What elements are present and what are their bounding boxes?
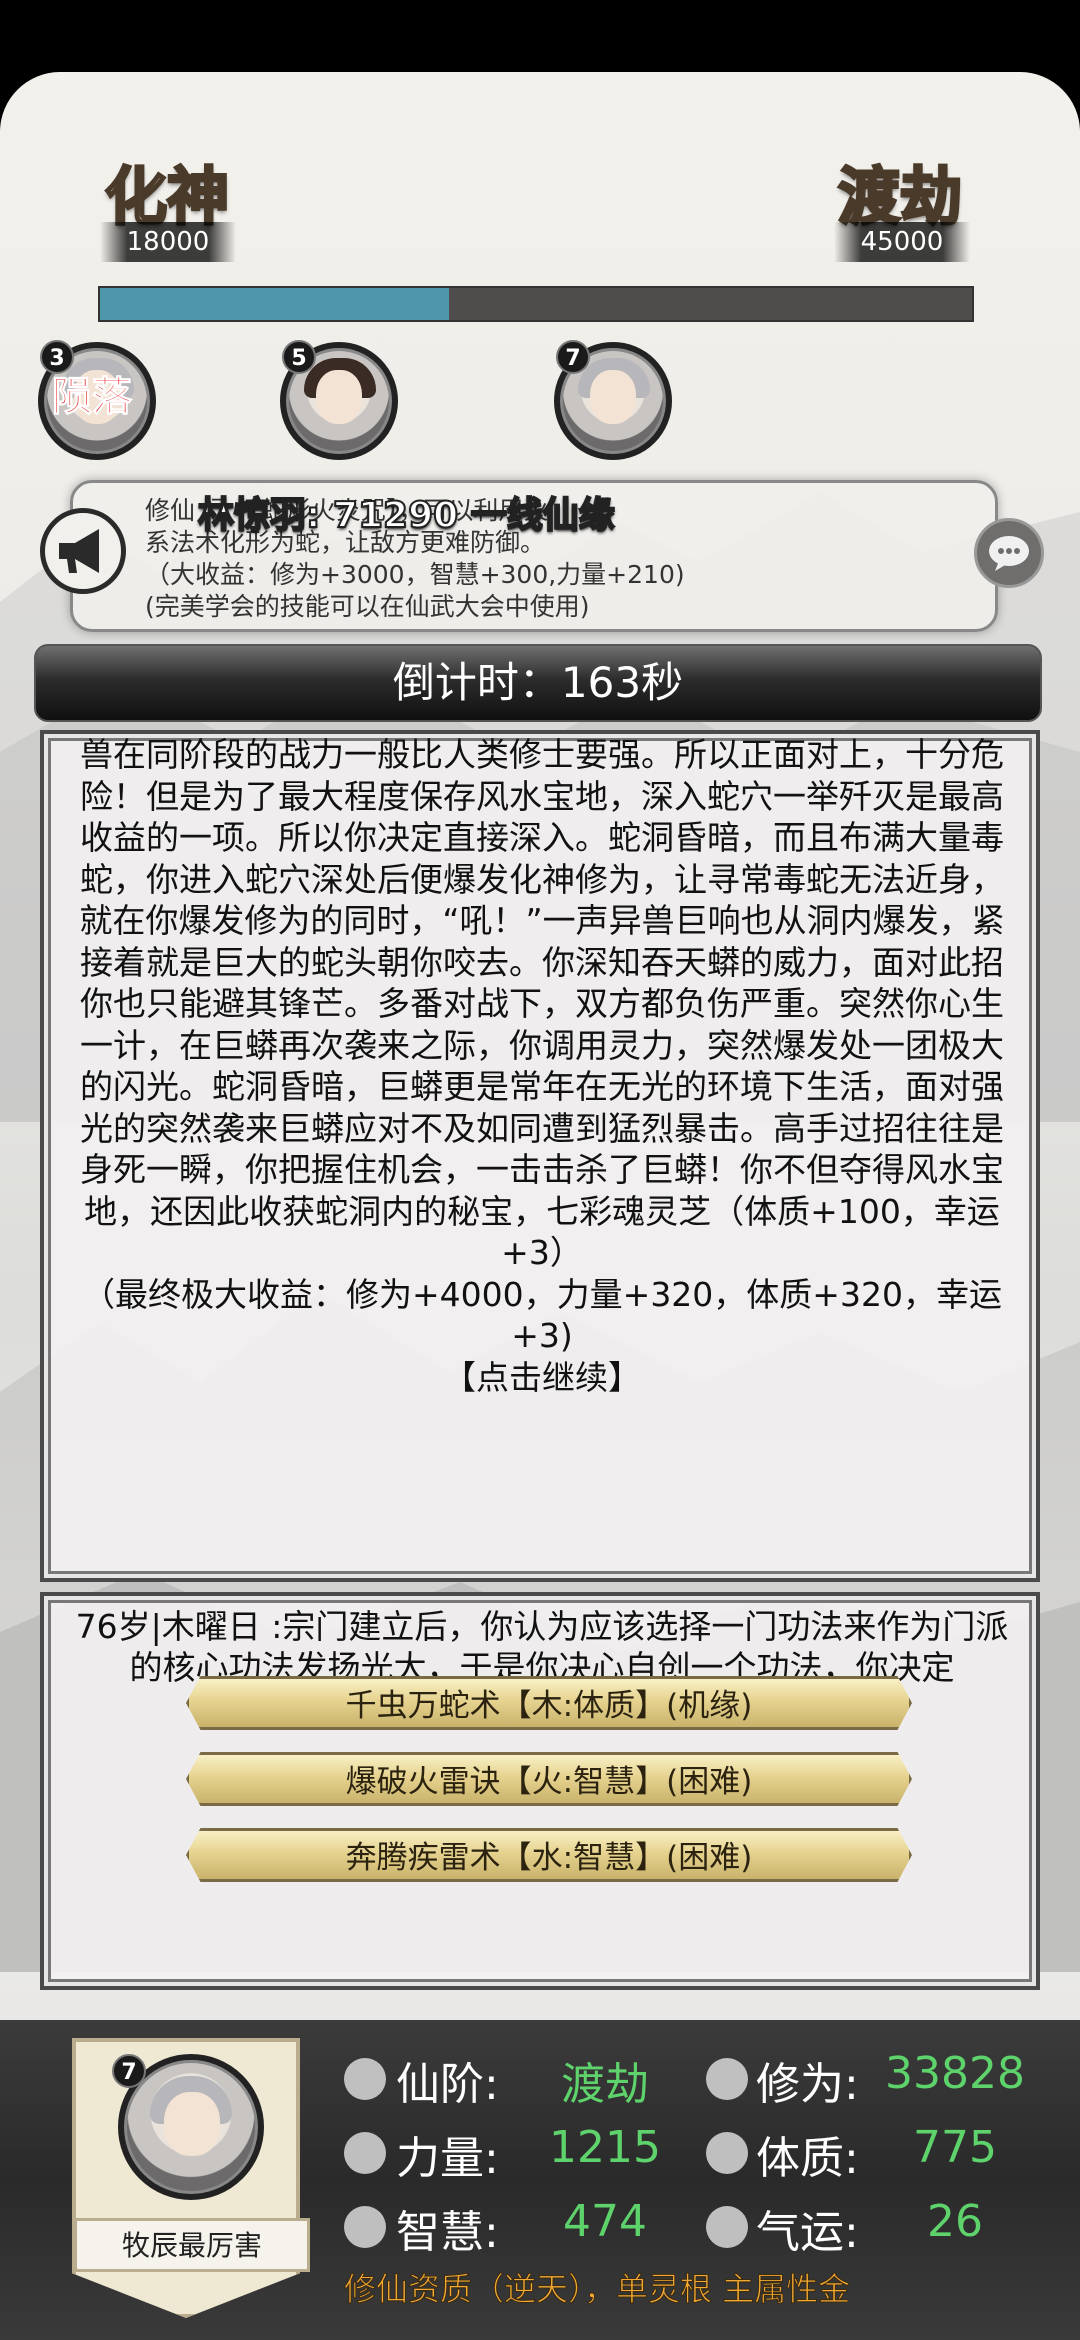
party-member-level-2: 5 [282,340,316,374]
cultivation-stat-value: 33828 [885,2048,1025,2099]
constitution-stat-label: 体质: [756,2133,859,2184]
continue-prompt[interactable]: 【点击继续】 [74,1357,1010,1399]
strength-stat-value: 1215 [549,2122,661,2173]
notice-line-3: （大收益：修为+3000，智慧+300,力量+210) [145,560,685,589]
world-broadcast-text: 林惊羽: 71290 一线仙缘 [197,494,616,537]
story-text: 兽在同阶段的战力一般比人类修士要强。所以正面对上，十分危险！但是为了最大程度保存… [74,734,1010,1398]
current-realm-value: 18000 [100,222,236,262]
cultivation-stat-label: 修为: [756,2059,859,2110]
choice-button-3[interactable]: 奔腾疾雷术【水:智慧】(困难) [186,1828,912,1882]
cultivation-stat-icon [706,2058,748,2100]
strength-stat-icon [344,2132,386,2174]
qualification-text: 修仙资质（逆天），单灵根 主属性金 [343,2270,851,2309]
luck-stat-value: 26 [927,2196,983,2247]
story-paragraph: 兽在同阶段的战力一般比人类修士要强。所以正面对上，十分危险！但是为了最大程度保存… [79,735,1005,1272]
notice-line-4: (完美学会的技能可以在仙武大会中使用) [145,592,590,621]
wisdom-stat-value: 474 [563,2196,647,2247]
game-screen: 化神 渡劫 18000 45000 3 陨落 5 7 修仙 门 【蛇形火炎咒】，… [0,72,1080,2340]
wisdom-stat-icon [344,2206,386,2248]
constitution-stat-value: 775 [913,2122,997,2173]
realm-progress-bar [98,286,974,322]
story-panel[interactable]: 兽在同阶段的战力一般比人类修士要强。所以正面对上，十分危险！但是为了最大程度保存… [40,730,1040,1582]
player-level-badge: 7 [112,2054,146,2088]
strength-stat-label: 力量: [396,2133,499,2184]
event-text: 76岁|木曜日 :宗门建立后，你认为应该选择一门功法来作为门派的核心功法发扬光大… [75,1607,1009,1687]
choice-button-1[interactable]: 千虫万蛇术【木:体质】(机缘) [186,1676,912,1730]
next-realm-value: 45000 [834,222,970,262]
fallen-status: 陨落 [52,374,133,421]
horn-icon[interactable] [40,508,126,594]
realm-stat-icon [344,2058,386,2100]
countdown-timer: 倒计时：163秒 [34,644,1042,722]
chat-bubble-icon[interactable] [974,518,1044,588]
realm-stat-value: 渡劫 [561,2059,649,2110]
choice-button-2[interactable]: 爆破火雷诀【火:智慧】(困难) [186,1752,912,1806]
luck-stat-icon [706,2206,748,2248]
luck-stat-label: 气运: [756,2207,859,2258]
constitution-stat-icon [706,2132,748,2174]
party-member-level-3: 7 [556,340,590,374]
player-name: 牧辰最厉害 [74,2218,310,2272]
wisdom-stat-label: 智慧: [396,2207,499,2258]
realm-progress-fill [100,288,449,320]
realm-stat-label: 仙阶: [396,2059,499,2110]
story-reward: （最终极大收益：修为+4000，力量+320，体质+320，幸运+3) [82,1274,1002,1356]
